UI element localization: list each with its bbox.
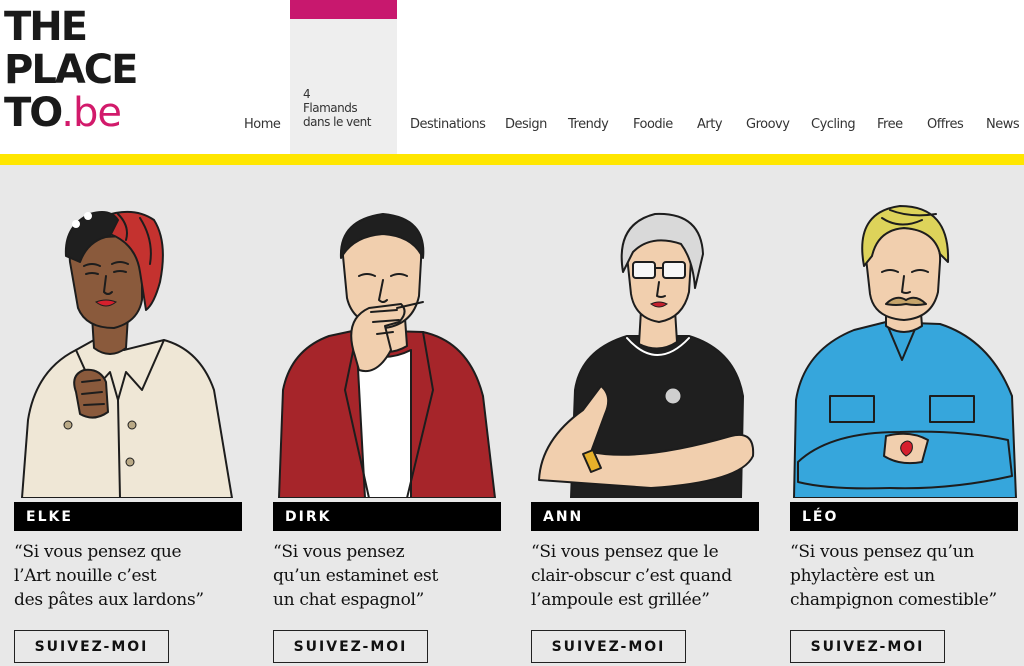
quote-line-2: l’Art nouille c’est: [14, 566, 157, 586]
quote-line-1: “Si vous pensez que: [14, 542, 182, 562]
profile-name: ANN: [543, 509, 584, 525]
profile-quote: “Si vous pensez qu’un estaminet est un c…: [273, 540, 505, 612]
ann-portrait[interactable]: [531, 200, 761, 498]
site-header: THE PLACE TO.be Home 4 Flamands dans le …: [0, 0, 1024, 154]
name-bar: ANN: [531, 502, 759, 531]
nav-home[interactable]: Home: [244, 117, 281, 132]
name-bar: ELKE: [14, 502, 242, 531]
name-bar: LÉO: [790, 502, 1018, 531]
profile-quote: “Si vous pensez que l’Art nouille c’est …: [14, 540, 246, 612]
dirk-portrait[interactable]: [273, 200, 503, 498]
nav-active-label: 4 Flamands dans le vent: [303, 87, 371, 129]
quote-line-1: “Si vous pensez qu’un: [790, 542, 974, 562]
follow-button[interactable]: SUIVEZ-MOI: [273, 630, 428, 663]
nav-groovy[interactable]: Groovy: [746, 117, 790, 132]
quote-line-3: un chat espagnol”: [273, 590, 425, 610]
main-nav: Home 4 Flamands dans le vent Destination…: [0, 0, 1024, 154]
quote-line-3: champignon comestible”: [790, 590, 997, 610]
nav-arty[interactable]: Arty: [697, 117, 723, 132]
nav-cycling[interactable]: Cycling: [811, 117, 856, 132]
follow-button-label: SUIVEZ-MOI: [293, 639, 408, 655]
profile-name: ELKE: [26, 509, 73, 525]
profile-card-leo: LÉO “Si vous pensez qu’un phylactère est…: [790, 200, 1020, 666]
follow-button-label: SUIVEZ-MOI: [34, 639, 149, 655]
profile-name: LÉO: [802, 509, 839, 525]
quote-line-2: phylactère est un: [790, 566, 935, 586]
profile-card-ann: ANN “Si vous pensez que le clair-obscur …: [531, 200, 761, 666]
nav-active-number: 4: [303, 87, 311, 101]
nav-flamands-active[interactable]: 4 Flamands dans le vent: [290, 0, 397, 154]
quote-line-2: qu’un estaminet est: [273, 566, 439, 586]
nav-design[interactable]: Design: [505, 117, 547, 132]
profile-quote: “Si vous pensez que le clair-obscur c’es…: [531, 540, 763, 612]
nav-foodie[interactable]: Foodie: [633, 117, 673, 132]
quote-line-1: “Si vous pensez: [273, 542, 405, 562]
leo-portrait[interactable]: [790, 200, 1020, 498]
quote-line-1: “Si vous pensez que le: [531, 542, 719, 562]
follow-button-label: SUIVEZ-MOI: [810, 639, 925, 655]
nav-trendy[interactable]: Trendy: [568, 117, 609, 132]
elke-portrait[interactable]: [14, 200, 244, 498]
name-bar: DIRK: [273, 502, 501, 531]
nav-offres[interactable]: Offres: [927, 117, 964, 132]
nav-free[interactable]: Free: [877, 117, 903, 132]
nav-news[interactable]: News: [986, 117, 1020, 132]
follow-button-label: SUIVEZ-MOI: [551, 639, 666, 655]
follow-button[interactable]: SUIVEZ-MOI: [14, 630, 169, 663]
profile-quote: “Si vous pensez qu’un phylactère est un …: [790, 540, 1022, 612]
profile-card-elke: ELKE “Si vous pensez que l’Art nouille c…: [14, 200, 244, 666]
quote-line-3: des pâtes aux lardons”: [14, 590, 204, 610]
profile-card-dirk: DIRK “Si vous pensez qu’un estaminet est…: [273, 200, 503, 666]
quote-line-2: clair-obscur c’est quand: [531, 566, 732, 586]
nav-active-line2: dans le vent: [303, 115, 371, 129]
quote-line-3: l’ampoule est grillée”: [531, 590, 710, 610]
nav-active-indicator: [290, 0, 397, 19]
follow-button[interactable]: SUIVEZ-MOI: [790, 630, 945, 663]
nav-destinations[interactable]: Destinations: [410, 117, 486, 132]
follow-button[interactable]: SUIVEZ-MOI: [531, 630, 686, 663]
profile-name: DIRK: [285, 509, 332, 525]
nav-active-line1: Flamands: [303, 101, 358, 115]
header-divider: [0, 154, 1024, 165]
